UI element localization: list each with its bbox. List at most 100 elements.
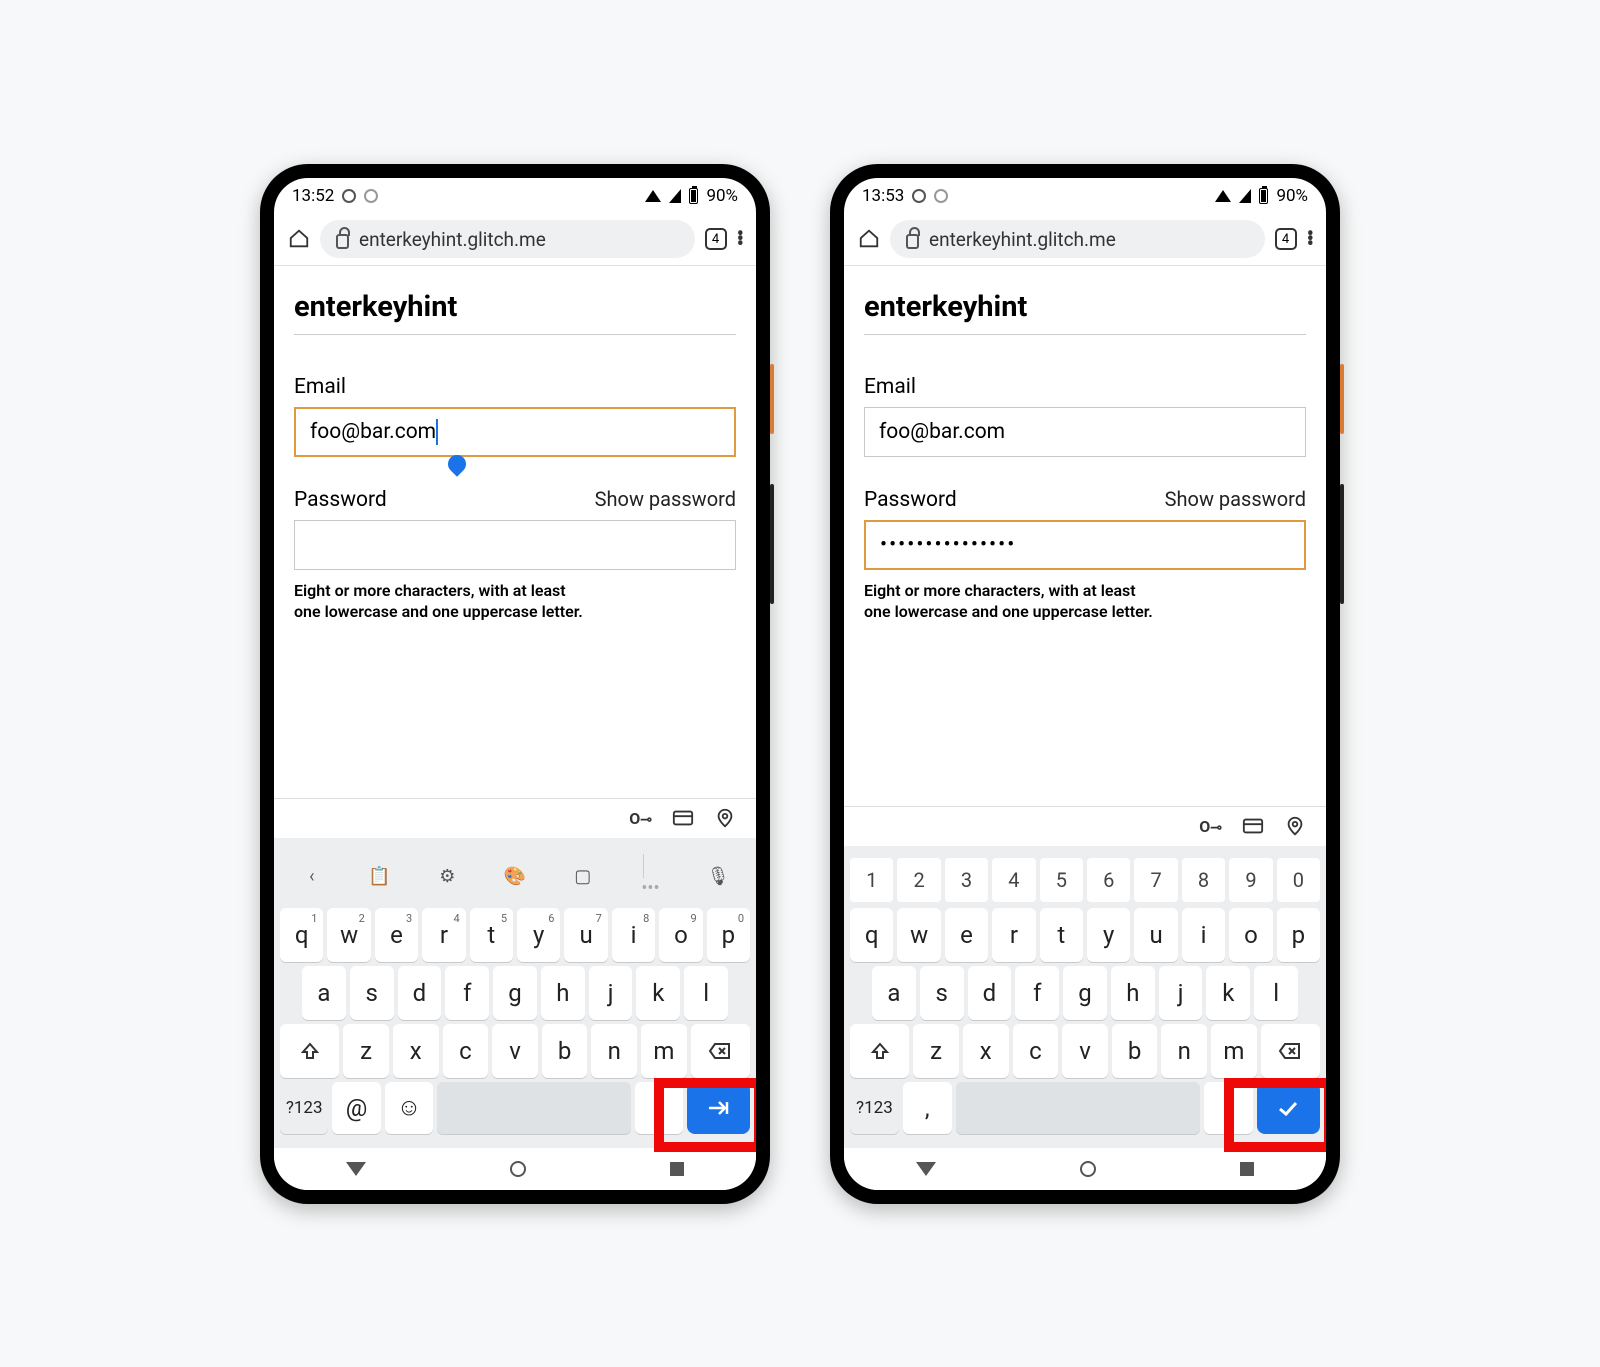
key-l[interactable]: l [684,966,728,1020]
key-s[interactable]: s [920,966,964,1020]
password-field[interactable] [294,520,736,570]
numkey-6[interactable]: 6 [1087,858,1130,902]
key-s[interactable]: s [350,966,394,1020]
key-g[interactable]: g [1063,966,1107,1020]
key-o[interactable]: o [1229,908,1272,962]
tab-switcher[interactable]: 4 [705,228,727,250]
space-key[interactable] [956,1082,1200,1134]
numkey-4[interactable]: 4 [992,858,1035,902]
nav-recents-icon[interactable] [1240,1162,1254,1176]
key-n[interactable]: n [1161,1024,1207,1078]
key-v[interactable]: v [492,1024,538,1078]
numkey-3[interactable]: 3 [945,858,988,902]
key-t[interactable]: t5 [470,908,513,962]
clipboard-icon[interactable]: 📋 [348,850,412,904]
key-d[interactable]: d [968,966,1012,1020]
key-w[interactable]: w2 [327,908,370,962]
show-password-toggle[interactable]: Show password [1165,487,1306,511]
card-icon[interactable] [1242,815,1264,837]
key-n[interactable]: n [591,1024,637,1078]
cursor-handle[interactable] [444,451,469,476]
key-o[interactable]: o9 [659,908,702,962]
key-v[interactable]: v [1062,1024,1108,1078]
palette-icon[interactable]: 🎨 [483,850,547,904]
key-c[interactable]: c [443,1024,489,1078]
numkey-0[interactable]: 0 [1277,858,1320,902]
email-field[interactable]: foo@bar.com [864,407,1306,457]
address-bar[interactable]: enterkeyhint.glitch.me [320,220,695,258]
nav-home-icon[interactable] [510,1161,526,1177]
key-w[interactable]: w [897,908,940,962]
key-y[interactable]: y6 [517,908,560,962]
show-password-toggle[interactable]: Show password [595,487,736,511]
key-a[interactable]: a [302,966,346,1020]
key-j[interactable]: j [589,966,633,1020]
sticker-icon[interactable]: ▢ [551,850,615,904]
numkey-1[interactable]: 1 [850,858,893,902]
nav-recents-icon[interactable] [670,1162,684,1176]
key-h[interactable]: h [541,966,585,1020]
key-z[interactable]: z [913,1024,959,1078]
key-u[interactable]: u7 [564,908,607,962]
key-a[interactable]: a [872,966,916,1020]
key-icon[interactable]: O⊸ [629,809,652,828]
key-j[interactable]: j [1159,966,1203,1020]
key-p[interactable]: p0 [707,908,750,962]
key-e[interactable]: e3 [375,908,418,962]
location-icon[interactable] [1284,815,1306,837]
numkey-7[interactable]: 7 [1134,858,1177,902]
home-icon[interactable] [858,228,880,250]
nav-back-icon[interactable] [346,1162,366,1176]
key-f[interactable]: f [445,966,489,1020]
key-icon[interactable]: O⊸ [1199,817,1222,836]
mic-icon[interactable]: 🎙 [686,850,750,904]
nav-home-icon[interactable] [1080,1161,1096,1177]
period-key[interactable]: . [635,1082,683,1134]
key-q[interactable]: q [850,908,893,962]
key-r[interactable]: r4 [422,908,465,962]
toolbar-back-icon[interactable]: ‹ [280,850,344,904]
backspace-key[interactable] [691,1024,750,1078]
address-bar[interactable]: enterkeyhint.glitch.me [890,220,1265,258]
key-i[interactable]: i [1182,908,1225,962]
key-i[interactable]: i8 [612,908,655,962]
numkey-9[interactable]: 9 [1229,858,1272,902]
numkey-8[interactable]: 8 [1182,858,1225,902]
enter-key-next[interactable] [687,1082,750,1134]
key-r[interactable]: r [992,908,1035,962]
key-m[interactable]: m [1211,1024,1257,1078]
key-h[interactable]: h [1111,966,1155,1020]
overflow-menu-icon[interactable]: ••• [1307,232,1312,247]
location-icon[interactable] [714,807,736,829]
email-field[interactable]: foo@bar.com [294,407,736,457]
enter-key-done[interactable] [1257,1082,1320,1134]
shift-key[interactable] [280,1024,339,1078]
home-icon[interactable] [288,228,310,250]
key-l[interactable]: l [1254,966,1298,1020]
at-key[interactable]: @ [332,1082,380,1134]
key-b[interactable]: b [1112,1024,1158,1078]
shift-key[interactable] [850,1024,909,1078]
backspace-key[interactable] [1261,1024,1320,1078]
key-k[interactable]: k [1206,966,1250,1020]
more-icon[interactable]: ••• [619,850,683,904]
comma-key[interactable]: , [903,1082,952,1134]
emoji-key[interactable]: ☺ [385,1082,433,1134]
key-u[interactable]: u [1134,908,1177,962]
period-key[interactable]: . [1204,1082,1253,1134]
mode-key[interactable]: ?123 [850,1082,899,1134]
gear-icon[interactable]: ⚙ [415,850,479,904]
key-t[interactable]: t [1040,908,1083,962]
key-c[interactable]: c [1013,1024,1059,1078]
numkey-5[interactable]: 5 [1040,858,1083,902]
key-e[interactable]: e [945,908,988,962]
key-f[interactable]: f [1015,966,1059,1020]
space-key[interactable] [437,1082,631,1134]
key-p[interactable]: p [1277,908,1320,962]
card-icon[interactable] [672,807,694,829]
key-z[interactable]: z [343,1024,389,1078]
key-m[interactable]: m [641,1024,687,1078]
key-g[interactable]: g [493,966,537,1020]
nav-back-icon[interactable] [916,1162,936,1176]
key-k[interactable]: k [636,966,680,1020]
